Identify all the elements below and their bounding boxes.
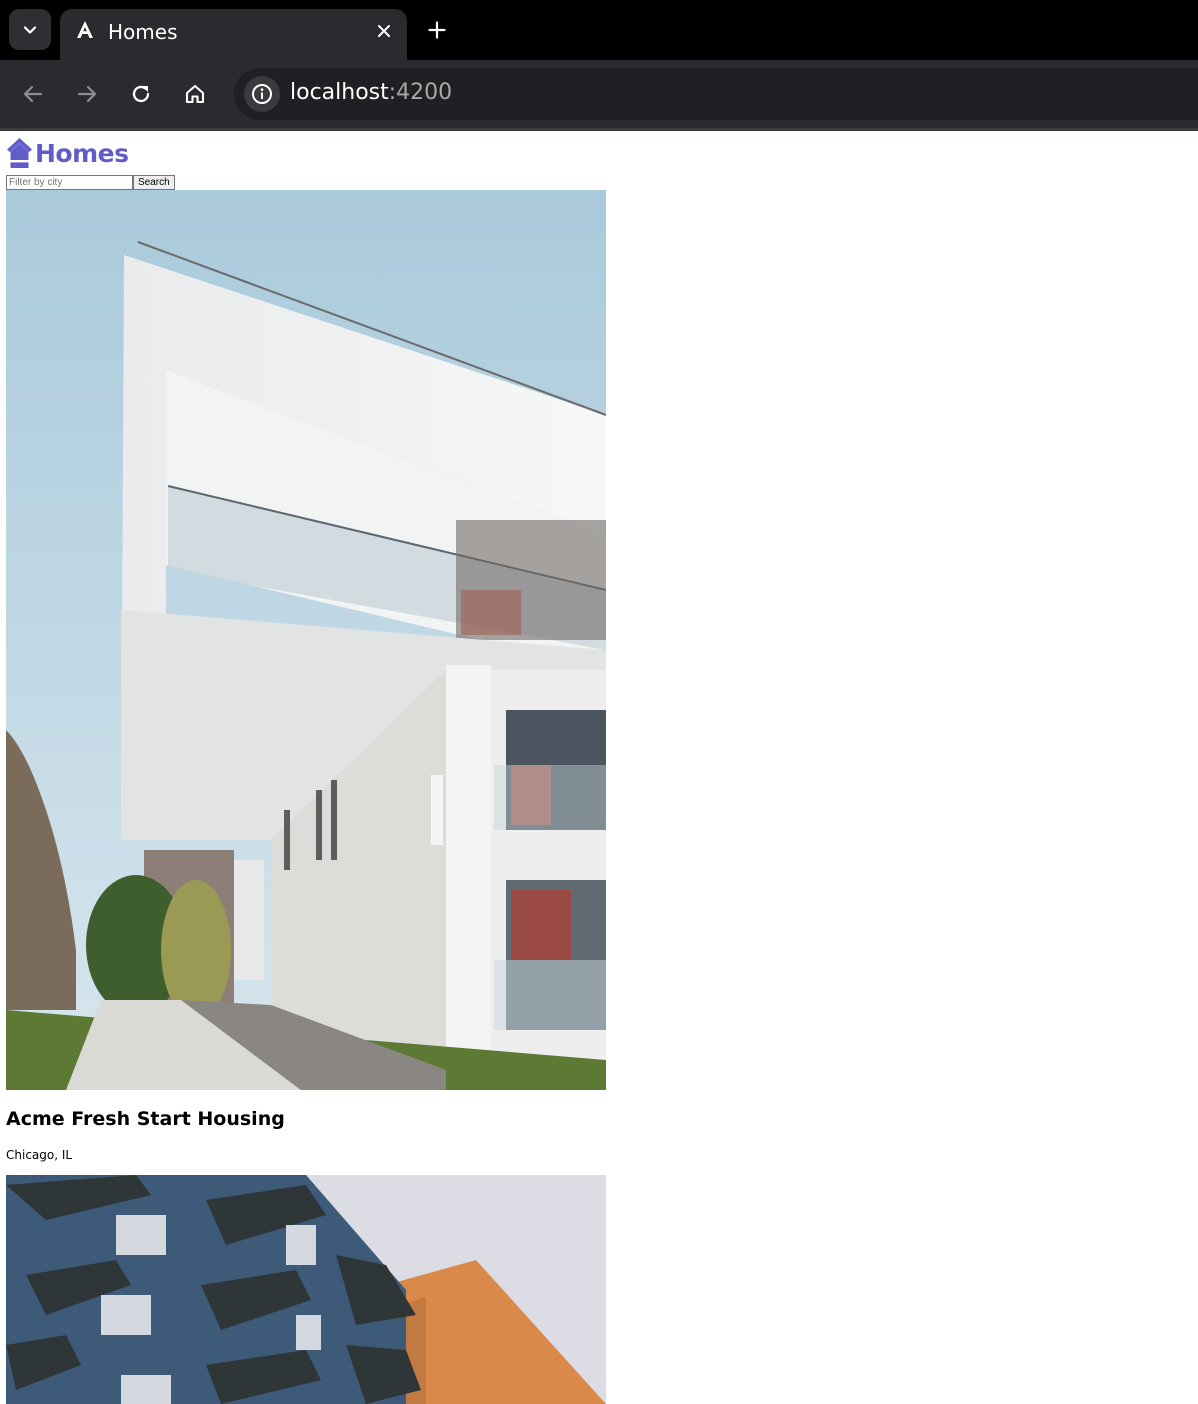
city-filter-input[interactable]	[6, 175, 133, 190]
tab-close-button[interactable]	[373, 20, 395, 42]
site-info-button[interactable]	[244, 76, 280, 112]
building-photo	[6, 190, 606, 1090]
tab-search-button[interactable]	[9, 9, 51, 50]
browser-toolbar: localhost:4200	[0, 60, 1198, 128]
forward-arrow-icon	[77, 85, 97, 103]
page-content: Homes Search	[0, 131, 1198, 1404]
angular-icon	[77, 21, 93, 38]
plus-icon	[428, 21, 446, 39]
listing-location: Chicago, IL	[6, 1148, 73, 1162]
house-icon	[7, 138, 32, 168]
active-tab[interactable]: Homes	[60, 9, 407, 60]
chevron-down-icon	[23, 25, 37, 34]
listing-photo[interactable]	[6, 190, 606, 1090]
reload-button[interactable]	[125, 78, 157, 110]
listing-title: Acme Fresh Start Housing	[6, 1108, 285, 1130]
url-port: :4200	[388, 80, 453, 105]
new-tab-button[interactable]	[422, 15, 452, 45]
brand-name: Homes	[35, 138, 129, 168]
back-button[interactable]	[17, 78, 49, 110]
back-arrow-icon	[23, 85, 43, 103]
url-host: localhost	[290, 80, 389, 105]
forward-button[interactable]	[71, 78, 103, 110]
brand-logo[interactable]: Homes	[6, 136, 129, 170]
listing-photo[interactable]	[6, 1175, 606, 1404]
search-button[interactable]: Search	[133, 175, 175, 190]
home-button[interactable]	[179, 78, 211, 110]
close-icon	[378, 25, 390, 37]
address-url[interactable]: localhost:4200	[290, 80, 452, 105]
search-form: Search	[6, 175, 175, 190]
tab-title: Homes	[108, 20, 178, 44]
tab-strip: Homes	[0, 0, 1198, 60]
home-icon	[185, 84, 205, 104]
reload-icon	[132, 85, 150, 103]
address-bar[interactable]: localhost:4200	[234, 68, 1198, 120]
building-photo	[6, 1175, 606, 1404]
info-icon	[252, 84, 272, 104]
